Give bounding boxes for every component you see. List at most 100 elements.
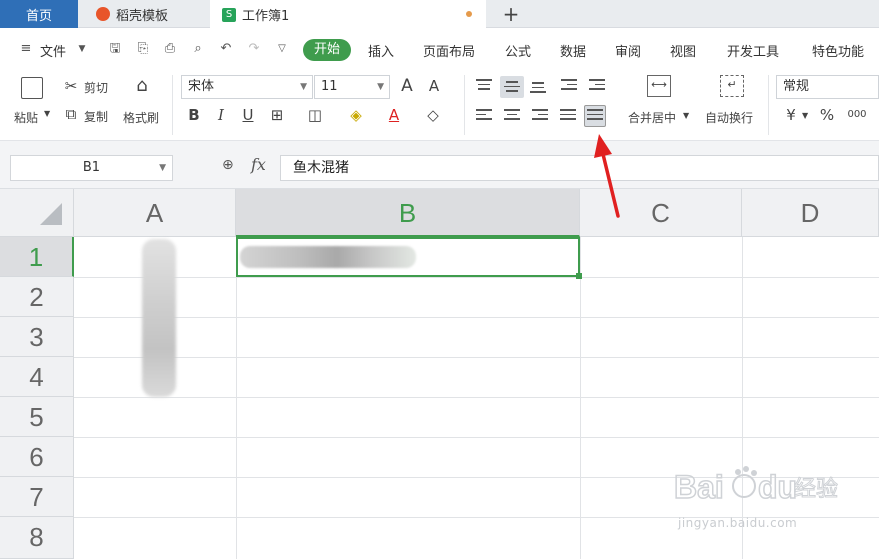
cut-button[interactable]: 剪切 (84, 79, 108, 96)
number-format-select[interactable]: 常规 (776, 75, 879, 99)
insert-function-button[interactable]: fx (251, 155, 266, 174)
font-color-button[interactable]: A (385, 106, 403, 124)
format-painter-button[interactable]: 格式刷 (123, 109, 159, 126)
row-header-5[interactable]: 5 (0, 397, 74, 437)
new-tab-button[interactable]: + (500, 2, 522, 26)
menu-tab-features[interactable]: 特色功能 (812, 41, 864, 60)
title-tab-bar: 首页 稻壳模板 S 工作簿1 + (0, 0, 879, 29)
undo-icon[interactable]: ↶ (218, 42, 234, 56)
align-bottom-icon[interactable] (530, 82, 546, 96)
svg-text:Bai: Bai (674, 469, 724, 505)
watermark: Bai du 经验 jingyan.baidu.com (672, 462, 872, 542)
row-header-2[interactable]: 2 (0, 277, 74, 317)
grid-line (580, 237, 581, 559)
chevron-down-icon[interactable]: ▼ (802, 111, 808, 120)
bold-button[interactable]: B (185, 106, 203, 124)
align-right-icon[interactable] (532, 109, 548, 123)
chevron-down-icon[interactable]: ▼ (74, 42, 90, 56)
row-header-1[interactable]: 1 (0, 237, 74, 277)
increase-indent-icon[interactable] (589, 79, 605, 93)
merge-cells-icon[interactable]: ⟷ (647, 75, 671, 97)
fill-handle[interactable] (576, 273, 582, 279)
menu-tab-developer[interactable]: 开发工具 (727, 41, 779, 60)
tab-home[interactable]: 首页 (0, 0, 78, 28)
tab-workbook[interactable]: S 工作簿1 (210, 0, 486, 29)
menu-tab-home[interactable]: 开始 (303, 39, 351, 61)
align-top-icon[interactable] (476, 79, 492, 93)
menu-tab-formulas[interactable]: 公式 (505, 41, 531, 60)
increase-font-size-button[interactable]: A (398, 77, 416, 95)
menu-tab-review[interactable]: 审阅 (615, 41, 641, 60)
grid-line (74, 277, 879, 278)
redo-icon[interactable]: ↷ (246, 42, 262, 56)
distributed-align-icon (587, 109, 603, 123)
column-header-b[interactable]: B (236, 189, 580, 237)
grid-line (236, 237, 237, 559)
underline-button[interactable]: U (239, 106, 257, 124)
align-center-icon[interactable] (504, 109, 520, 123)
copy-icon[interactable]: ⧉ (62, 105, 80, 123)
chevron-down-icon[interactable]: ▼ (44, 109, 50, 118)
column-header-d[interactable]: D (742, 189, 879, 237)
decrease-font-size-button[interactable]: A (425, 77, 443, 95)
save-icon[interactable]: 🖫 (107, 42, 123, 56)
print-preview-icon[interactable]: ⌕ (190, 42, 206, 56)
chevron-down-icon: ▼ (159, 163, 166, 173)
row-header-8[interactable]: 8 (0, 517, 74, 559)
menu-tab-view[interactable]: 视图 (670, 41, 696, 60)
group-separator (768, 75, 769, 135)
zoom-icon[interactable]: ⊕ (222, 157, 240, 175)
borders-icon[interactable]: ⊞ (268, 106, 286, 124)
row-header-4[interactable]: 4 (0, 357, 74, 397)
row-header-3[interactable]: 3 (0, 317, 74, 357)
thousands-separator-button[interactable]: 000 (844, 106, 870, 124)
font-size-select[interactable]: 11 ▼ (314, 75, 390, 99)
font-name-value: 宋体 (188, 79, 215, 94)
paste-icon[interactable] (21, 77, 43, 99)
format-painter-icon[interactable]: ⌂ (133, 77, 151, 95)
paste-button[interactable]: 粘贴 (14, 109, 38, 126)
print-icon[interactable]: ⎙ (162, 42, 178, 56)
cell-style-icon[interactable]: ◫ (306, 106, 324, 124)
wrap-text-icon[interactable]: ↵ (720, 75, 744, 97)
justify-icon[interactable] (560, 109, 576, 123)
tab-template[interactable]: 稻壳模板 (86, 0, 206, 28)
watermark-url: jingyan.baidu.com (678, 516, 798, 530)
grid-line (74, 397, 879, 398)
menu-tab-data[interactable]: 数据 (560, 41, 586, 60)
formula-input[interactable]: 鱼木混猪 (280, 155, 879, 181)
cell-reference: B1 (82, 160, 101, 175)
export-icon[interactable]: ⎘ (135, 42, 151, 56)
fill-color-icon[interactable]: ◈ (347, 106, 365, 124)
italic-button[interactable]: I (212, 106, 230, 124)
hamburger-icon: ≡ (20, 41, 32, 56)
baidu-logo-icon: Bai du 经验 (673, 466, 839, 506)
menu-tab-insert[interactable]: 插入 (368, 41, 394, 60)
font-name-select[interactable]: 宋体 ▼ (181, 75, 313, 99)
grid-line (74, 437, 879, 438)
name-box[interactable]: B1 ▼ (10, 155, 173, 181)
align-left-icon[interactable] (476, 109, 492, 123)
wrap-text-button[interactable]: 自动换行 (705, 109, 753, 126)
spreadsheet-icon: S (222, 7, 236, 22)
customize-icon[interactable]: ▽ (274, 42, 290, 56)
chevron-down-icon[interactable]: ▼ (683, 111, 689, 120)
blurred-cell-content (142, 239, 176, 397)
row-header-7[interactable]: 7 (0, 477, 74, 517)
select-all-corner[interactable] (0, 189, 74, 237)
percent-button[interactable]: % (818, 106, 836, 124)
merge-center-button[interactable]: 合并居中 (628, 109, 676, 126)
copy-button[interactable]: 复制 (84, 108, 108, 125)
row-header-6[interactable]: 6 (0, 437, 74, 477)
eraser-icon[interactable]: ◇ (424, 106, 442, 124)
column-header-a[interactable]: A (74, 189, 236, 237)
selected-cell-b1[interactable] (236, 237, 582, 279)
select-all-icon (40, 203, 62, 225)
menu-file[interactable]: 文件 (40, 41, 66, 60)
number-format-value: 常规 (783, 79, 810, 94)
tab-template-label: 稻壳模板 (116, 8, 169, 24)
currency-button[interactable]: ¥ (782, 106, 800, 124)
scissors-icon[interactable]: ✂ (62, 77, 80, 95)
menu-tab-page-layout[interactable]: 页面布局 (423, 41, 475, 60)
decrease-indent-icon[interactable] (561, 79, 577, 93)
